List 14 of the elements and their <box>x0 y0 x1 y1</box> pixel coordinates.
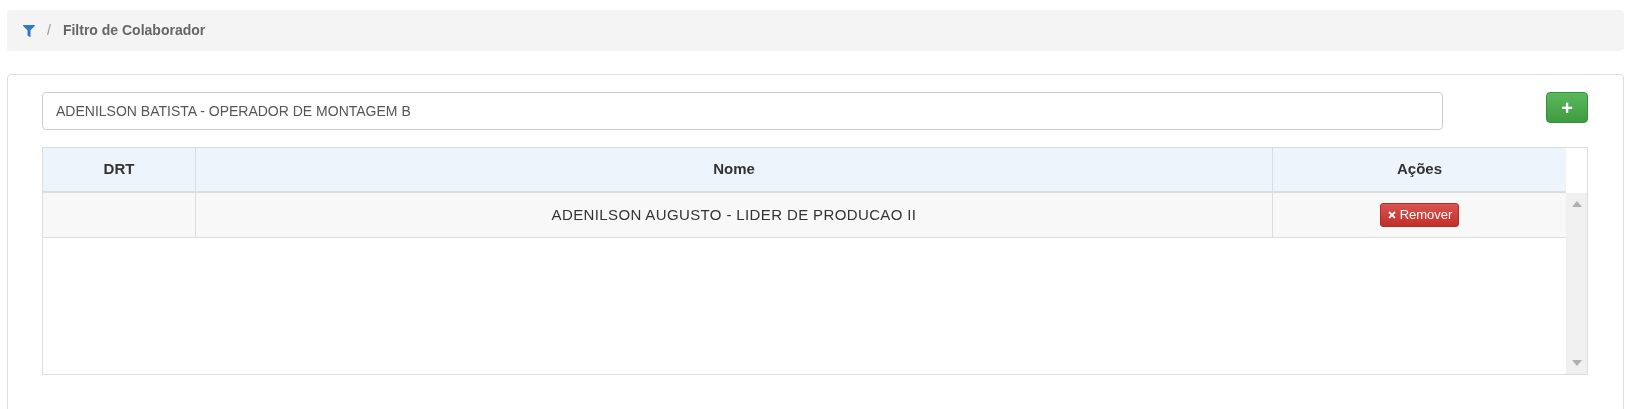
scroll-down-icon[interactable] <box>1571 360 1582 366</box>
filter-icon <box>23 24 35 37</box>
search-field[interactable]: ADENILSON BATISTA - OPERADOR DE MONTAGEM B <box>42 92 1443 130</box>
column-header: DRT <box>43 148 196 191</box>
table-cell: ADENILSON AUGUSTO - LIDER DE PRODUCAO II <box>196 193 1273 237</box>
add-button[interactable]: + <box>1546 92 1588 123</box>
scrollbar[interactable] <box>1566 193 1587 374</box>
scroll-up-icon[interactable] <box>1571 201 1582 207</box>
breadcrumb-separator: / <box>47 21 51 40</box>
close-icon <box>1386 210 1397 220</box>
column-header: Ações <box>1396 159 1443 180</box>
remove-button[interactable]: Remover <box>1379 203 1460 227</box>
column-header: Nome <box>196 148 1273 191</box>
breadcrumb-title: Filtro de Colaborador <box>62 21 206 40</box>
